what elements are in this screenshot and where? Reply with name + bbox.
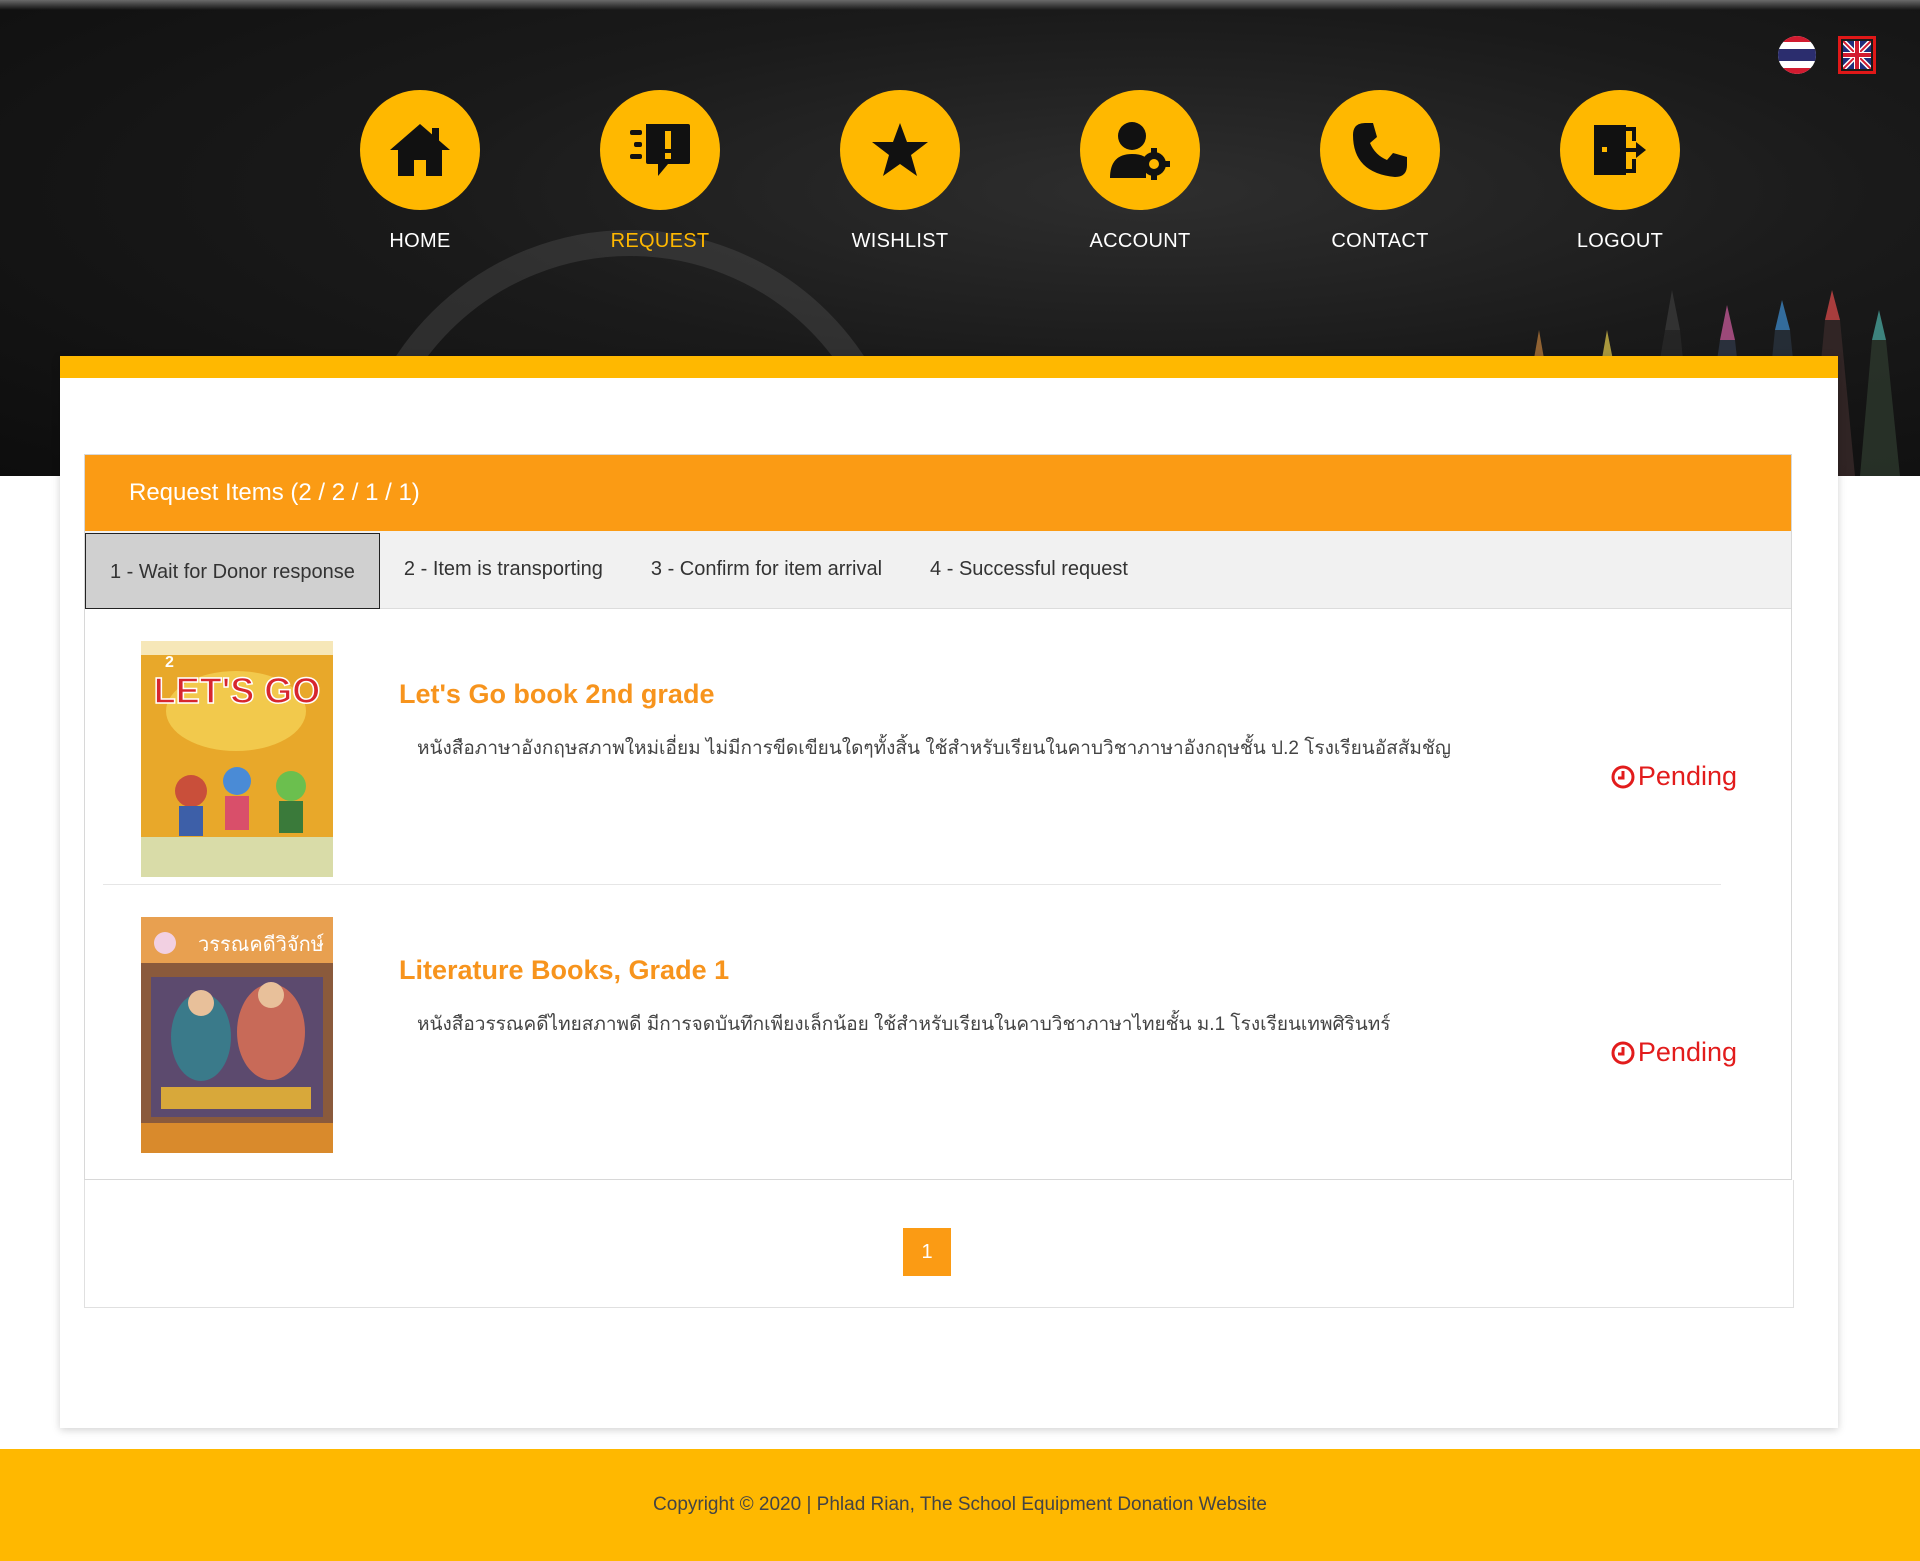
pagination: 1 — [84, 1180, 1794, 1308]
list-item: วรรณคดีวิจักษ์ Literature Books, Grade 1… — [103, 885, 1737, 1161]
book-cover-title: LET'S GO — [154, 670, 321, 711]
book-cover-title: วรรณคดีวิจักษ์ — [198, 932, 324, 956]
panel-title: Request Items (2 / 2 / 1 / 1) — [129, 479, 420, 506]
clock-icon — [1611, 765, 1635, 788]
nav-home[interactable]: HOME — [300, 90, 540, 253]
nav-request-label[interactable]: REQUEST — [611, 230, 710, 253]
book-cover-image[interactable]: วรรณคดีวิจักษ์ — [141, 917, 333, 1153]
uk-flag-icon[interactable] — [1838, 36, 1876, 74]
nav-wishlist-label[interactable]: WISHLIST — [852, 230, 949, 253]
book-cover-image[interactable]: LET'S GO 2 — [141, 641, 333, 877]
nav-contact[interactable]: CONTACT — [1260, 90, 1500, 253]
page-button-current[interactable]: 1 — [903, 1228, 951, 1276]
nav-account-circle[interactable] — [1080, 90, 1200, 210]
thai-flag-icon[interactable] — [1778, 36, 1816, 74]
status-badge: Pending — [1610, 761, 1737, 792]
request-items-panel: Request Items (2 / 2 / 1 / 1) 1 - Wait f… — [84, 454, 1792, 1180]
nav-home-circle[interactable] — [360, 90, 480, 210]
item-description: หนังสือภาษาอังกฤษสภาพใหม่เอี่ยม ไม่มีการ… — [417, 738, 1451, 759]
tab-wait-for-donor[interactable]: 1 - Wait for Donor response — [85, 532, 380, 609]
nav-request-circle[interactable] — [600, 90, 720, 210]
language-switcher — [1778, 36, 1876, 74]
nav-contact-circle[interactable] — [1320, 90, 1440, 210]
hero-top-shadow — [0, 0, 1920, 10]
tab-successful-request[interactable]: 4 - Successful request — [906, 558, 1152, 581]
svg-text:2: 2 — [165, 654, 174, 671]
nav-logout-circle[interactable] — [1560, 90, 1680, 210]
account-settings-icon — [1110, 122, 1170, 180]
nav-contact-label[interactable]: CONTACT — [1331, 230, 1428, 253]
nav-account-label[interactable]: ACCOUNT — [1090, 230, 1191, 253]
status-label: Pending — [1637, 1037, 1737, 1067]
nav-wishlist[interactable]: WISHLIST — [780, 90, 1020, 253]
item-description: หนังสือวรรณคดีไทยสภาพดี มีการจดบันทึกเพี… — [417, 1014, 1391, 1035]
status-tabs: 1 - Wait for Donor response 2 - Item is … — [85, 531, 1791, 609]
footer: Copyright © 2020 | Phlad Rian, The Schoo… — [0, 1449, 1920, 1561]
tab-item-transporting[interactable]: 2 - Item is transporting — [380, 558, 627, 581]
footer-copyright: Copyright © 2020 | Phlad Rian, The Schoo… — [653, 1494, 1267, 1515]
nav-logout[interactable]: LOGOUT — [1500, 90, 1740, 253]
home-icon — [390, 124, 450, 176]
phone-icon — [1353, 123, 1407, 177]
nav-request[interactable]: REQUEST — [540, 90, 780, 253]
nav-account[interactable]: ACCOUNT — [1020, 90, 1260, 253]
star-icon — [872, 123, 928, 176]
item-title[interactable]: Let's Go book 2nd grade — [399, 679, 714, 710]
main-nav: HOME REQUEST WISHLIST ACCOUNT CONTACT LO… — [300, 90, 1740, 253]
tab-confirm-arrival[interactable]: 3 - Confirm for item arrival — [627, 558, 906, 581]
status-label: Pending — [1637, 761, 1737, 791]
item-title[interactable]: Literature Books, Grade 1 — [399, 955, 729, 986]
nav-wishlist-circle[interactable] — [840, 90, 960, 210]
panel-header: Request Items (2 / 2 / 1 / 1) — [85, 455, 1791, 531]
clock-icon — [1611, 1041, 1635, 1064]
main-card: Request Items (2 / 2 / 1 / 1) 1 - Wait f… — [60, 356, 1838, 1428]
list-item: LET'S GO 2 Let's Go book 2nd grade หนังส… — [103, 609, 1737, 885]
nav-home-label[interactable]: HOME — [389, 230, 450, 253]
status-badge: Pending — [1610, 1037, 1737, 1068]
nav-logout-label[interactable]: LOGOUT — [1577, 230, 1663, 253]
logout-icon — [1594, 125, 1646, 175]
request-icon — [630, 124, 690, 176]
